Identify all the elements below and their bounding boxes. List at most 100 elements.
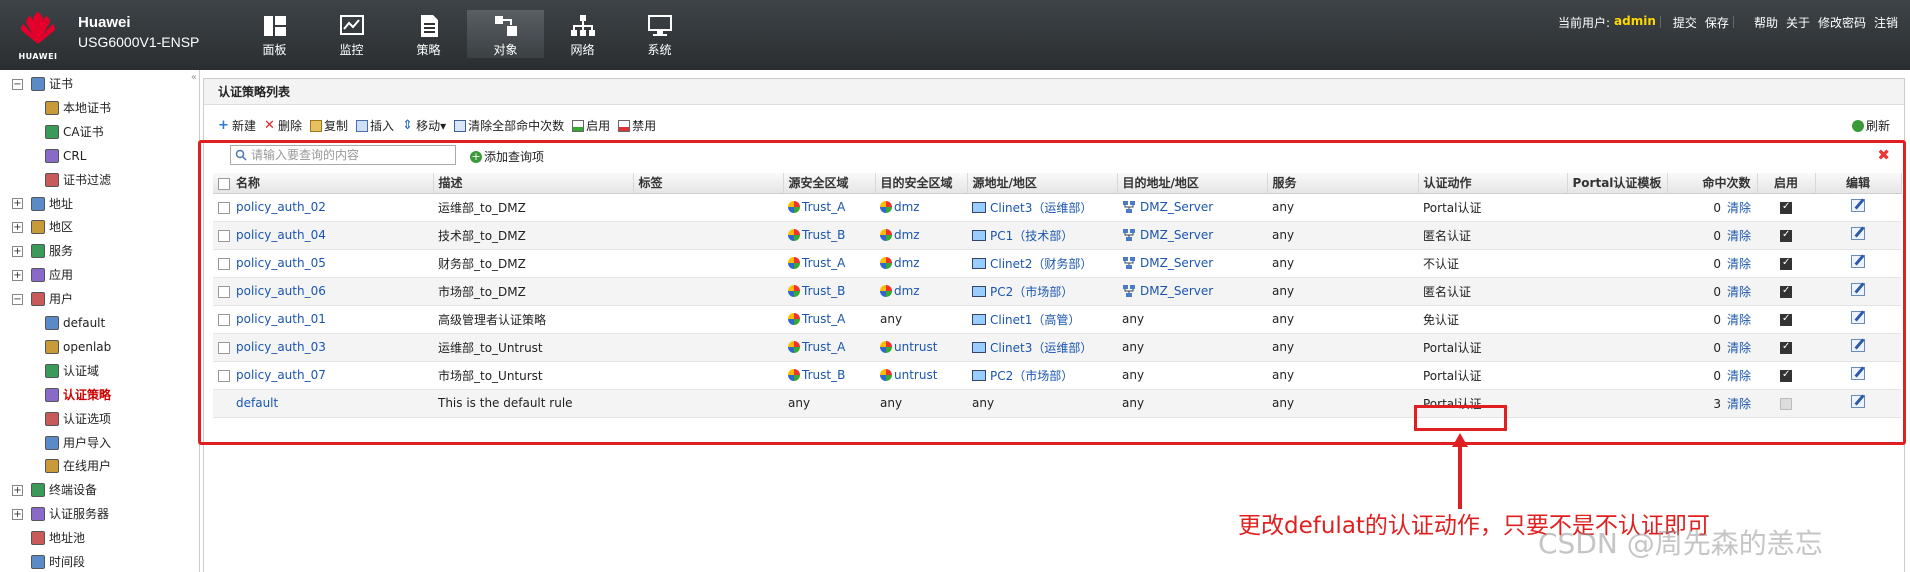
move-icon: ⇕ [402,117,413,133]
expand-icon[interactable]: + [12,198,23,209]
table-highlight-box [198,140,1906,445]
brand-title: Huawei [78,14,131,31]
network-icon [570,15,595,36]
tree-node-icon [31,555,45,569]
disable-button[interactable]: 禁用 [618,117,656,134]
tree-node-icon [31,507,45,522]
sidebar-item[interactable]: default [45,313,105,333]
commit-link[interactable]: 提交 [1669,14,1701,31]
sidebar-item[interactable]: CA证书 [45,122,104,142]
refresh-label: 刷新 [1865,119,1890,133]
huawei-logo: HUAWEI [14,10,62,62]
sidebar-item[interactable]: 在线用户 [45,456,111,476]
insert-button[interactable]: 插入 [356,117,394,134]
tree-node-icon [45,411,59,426]
sidebar-item-label: default [63,316,106,330]
tree-node-icon [31,196,45,211]
tree-node-icon [45,363,59,378]
expand-icon[interactable]: + [12,508,23,520]
nav-policy[interactable]: 策略 [390,10,467,58]
sidebar-item-label: 证书过滤 [63,172,112,187]
refresh-icon [1851,119,1864,132]
sidebar-item[interactable]: + 服务 [12,241,73,261]
sidebar-item[interactable]: 时间段 [12,552,85,572]
sidebar-item[interactable]: + 认证服务器 [12,504,109,524]
nav-monitor[interactable]: 监控 [313,10,390,58]
tree-node-icon [45,124,59,139]
move-button[interactable]: ⇕ 移动▾ [402,117,446,134]
sidebar-item[interactable]: 认证域 [45,361,99,381]
nav-network[interactable]: 网络 [544,10,621,58]
sidebar-item-label: openlab [63,339,112,354]
current-user: admin [1614,14,1656,28]
copy-button[interactable]: 复制 [310,117,348,134]
sidebar-item[interactable]: + 地址 [12,194,73,214]
sidebar-item-label: 认证策略 [63,387,112,402]
tree-node-icon [45,148,59,163]
sidebar-item-label: 认证服务器 [49,507,110,522]
nav-label: 策略 [416,43,441,57]
divider [1732,16,1742,28]
sidebar-item[interactable]: − 证书 [12,74,73,94]
page-title: 认证策略列表 [204,79,1904,105]
sidebar-item-label: CA证书 [63,124,104,139]
red-arrow-icon [1452,433,1468,509]
delete-icon: ✕ [264,117,275,133]
sidebar-item-label: 地址池 [49,531,86,546]
sidebar-item-label: CRL [63,148,87,163]
watermark: CSDN @周先森的恙忘 [1538,527,1823,560]
delete-button[interactable]: ✕ 删除 [264,117,302,134]
clear-all-hits-button[interactable]: 清除全部命中次数 [454,117,564,134]
nav-object[interactable]: 对象 [467,10,544,58]
sidebar-item[interactable]: + 应用 [12,265,73,285]
expand-icon[interactable]: + [12,484,23,496]
logout-link[interactable]: 注销 [1870,14,1902,31]
enable-icon [572,119,585,132]
tree-node-icon [45,387,59,402]
change-password-link[interactable]: 修改密码 [1814,14,1870,31]
sidebar-item[interactable]: − 用户 [12,289,73,309]
tree-node-icon [31,220,45,235]
enable-button[interactable]: 启用 [572,117,610,134]
tree-node-icon [45,316,59,330]
sidebar-item[interactable]: 证书过滤 [45,170,111,190]
default-action-highlight-box [1414,405,1507,431]
system-icon [647,15,672,36]
help-link[interactable]: 帮助 [1750,14,1782,31]
collapse-icon[interactable]: − [12,293,23,305]
expand-icon[interactable]: + [12,269,23,281]
tree-node-icon [31,268,45,283]
sidebar-item[interactable]: openlab [45,337,111,357]
tree-node-icon [45,459,59,474]
expand-icon[interactable]: + [12,221,23,233]
nav-label: 网络 [570,43,595,57]
dashboard-icon [263,16,286,36]
nav-system[interactable]: 系统 [621,10,698,58]
tree-node-icon [45,339,59,354]
move-label: 移动▾ [416,119,447,133]
insert-label: 插入 [370,119,395,133]
collapse-icon[interactable]: − [12,78,23,90]
sidebar-item[interactable]: 认证选项 [45,409,111,429]
collapse-sidebar-button[interactable]: « [191,72,197,83]
sidebar-item[interactable]: + 地区 [12,217,73,237]
device-brand: Huawei USG6000V1-ENSP [78,14,199,52]
save-link[interactable]: 保存 [1701,14,1733,31]
sidebar-item[interactable]: 地址池 [12,528,85,548]
expand-icon[interactable]: + [12,245,23,257]
top-header: HUAWEI Huawei USG6000V1-ENSP 面板 监控 策略 对象… [0,0,1910,70]
about-link[interactable]: 关于 [1782,14,1814,31]
refresh-button[interactable]: 刷新 [1851,117,1890,134]
sidebar-item[interactable]: CRL [45,146,86,166]
sidebar-item[interactable]: 本地证书 [45,98,111,118]
sidebar-item[interactable]: 认证策略 [45,385,111,405]
new-label: 新建 [232,119,257,133]
new-button[interactable]: + 新建 [218,117,256,134]
sidebar-item-label: 在线用户 [63,459,112,474]
device-model: USG6000V1-ENSP [78,34,200,50]
sidebar-item[interactable]: + 终端设备 [12,480,97,500]
sidebar-item[interactable]: 用户导入 [45,433,111,453]
sidebar-item-label: 证书 [49,77,74,91]
sidebar-item-label: 用户 [49,292,74,307]
nav-dashboard[interactable]: 面板 [236,10,313,58]
